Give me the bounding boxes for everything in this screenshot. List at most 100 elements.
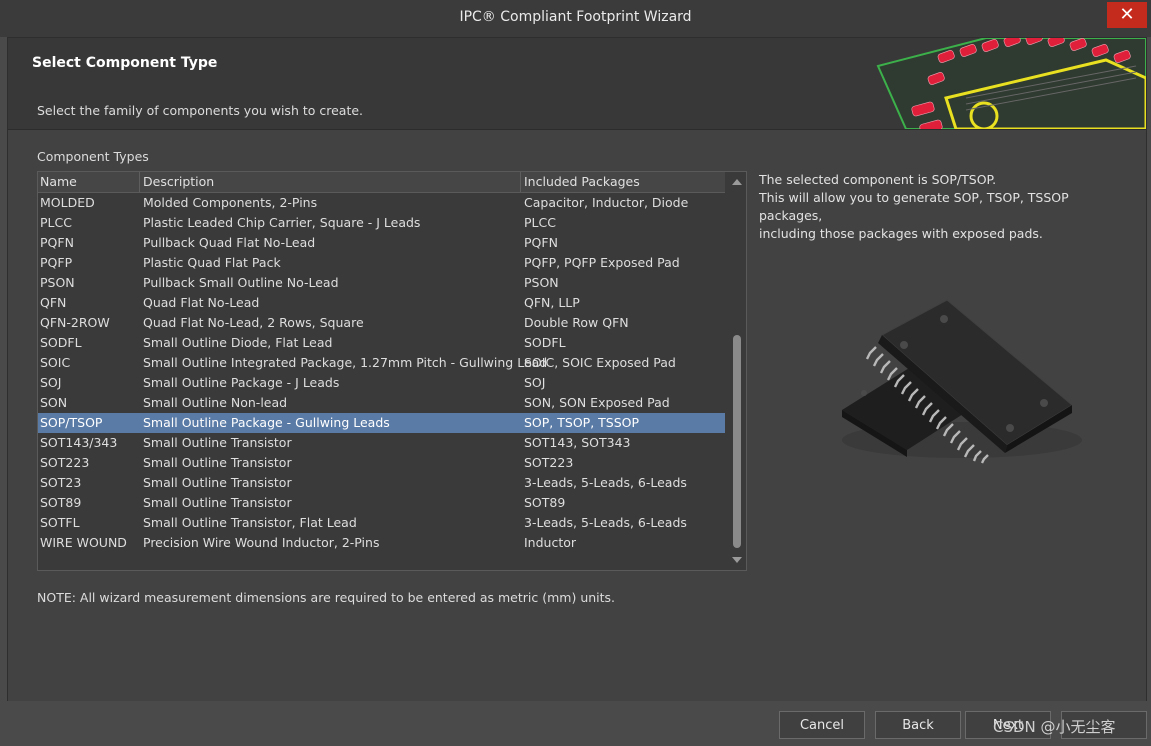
- table-row[interactable]: PQFN Pullback Quad Flat No-Lead PQFN: [38, 233, 725, 253]
- cell-packages: PQFN: [524, 235, 558, 250]
- table-row[interactable]: SOTFL Small Outline Transistor, Flat Lead…: [38, 513, 725, 533]
- watermark: CSDN @小无尘客: [993, 718, 1116, 736]
- back-button[interactable]: Back: [875, 711, 961, 739]
- cell-description: Small Outline Transistor: [143, 475, 292, 490]
- table-row[interactable]: PSON Pullback Small Outline No-Lead PSON: [38, 273, 725, 293]
- table-row[interactable]: SOT143/343 Small Outline Transistor SOT143…: [38, 433, 725, 453]
- cell-packages: SOT143, SOT343: [524, 435, 631, 450]
- cell-description: Small Outline Transistor: [143, 455, 292, 470]
- cell-packages: SOT89: [524, 495, 566, 510]
- cell-description: Small Outline Integrated Package, 1.27mm…: [143, 355, 548, 370]
- cell-description: Precision Wire Wound Inductor, 2-Pins: [143, 535, 380, 550]
- info-line: The selected component is SOP/TSOP.: [759, 172, 997, 187]
- cell-description: Quad Flat No-Lead: [143, 295, 260, 310]
- cell-name: QFN-2ROW: [40, 315, 110, 330]
- cell-packages: SODFL: [524, 335, 566, 350]
- cell-description: Small Outline Diode, Flat Lead: [143, 335, 333, 350]
- cell-description: Pullback Quad Flat No-Lead: [143, 235, 316, 250]
- cell-packages: 3-Leads, 5-Leads, 6-Leads: [524, 515, 687, 530]
- table-row[interactable]: SOT23 Small Outline Transistor 3-Leads, 5-…: [38, 473, 725, 493]
- cell-packages: SOT223: [524, 455, 574, 470]
- table-row[interactable]: SOT223 Small Outline Transistor SOT223: [38, 453, 725, 473]
- cancel-button[interactable]: Cancel: [779, 711, 865, 739]
- button-bar: Cancel Back Next: [0, 701, 1151, 746]
- cell-name: SOJ: [40, 375, 62, 390]
- metric-units-note: NOTE: All wizard measurement dimensions …: [37, 590, 616, 605]
- column-divider[interactable]: [520, 172, 521, 192]
- close-button[interactable]: ✕: [1107, 2, 1147, 28]
- cell-name: PSON: [40, 275, 75, 290]
- table-row[interactable]: WIRE WOUND Precision Wire Wound Inductor,…: [38, 533, 725, 553]
- cell-name: MOLDED: [40, 195, 95, 210]
- cell-packages: SON, SON Exposed Pad: [524, 395, 670, 410]
- cell-description: Small Outline Transistor: [143, 495, 292, 510]
- cell-description: Small Outline Transistor, Flat Lead: [143, 515, 357, 530]
- column-header-description[interactable]: Description: [143, 174, 214, 192]
- table-row[interactable]: PLCC Plastic Leaded Chip Carrier, Square …: [38, 213, 725, 233]
- table-row[interactable]: QFN-2ROW Quad Flat No-Lead, 2 Rows, Squar…: [38, 313, 725, 333]
- cell-packages: Double Row QFN: [524, 315, 629, 330]
- table-row[interactable]: SOP/TSOP Small Outline Package - Gullwing…: [38, 413, 725, 433]
- table-row[interactable]: SODFL Small Outline Diode, Flat Lead SODFL: [38, 333, 725, 353]
- cell-packages: Capacitor, Inductor, Diode: [524, 195, 689, 210]
- cell-packages: QFN, LLP: [524, 295, 580, 310]
- cell-description: Plastic Leaded Chip Carrier, Square - J …: [143, 215, 421, 230]
- info-line: including those packages with exposed pa…: [759, 226, 1043, 241]
- cell-packages: SOIC, SOIC Exposed Pad: [524, 355, 676, 370]
- cell-description: Small Outline Package - Gullwing Leads: [143, 415, 390, 430]
- column-divider[interactable]: [139, 172, 140, 192]
- table-row[interactable]: SOIC Small Outline Integrated Package, 1.…: [38, 353, 725, 373]
- table-scrollbar[interactable]: [728, 172, 746, 570]
- cell-name: WIRE WOUND: [40, 535, 127, 550]
- table-row[interactable]: QFN Quad Flat No-Lead QFN, LLP: [38, 293, 725, 313]
- cell-name: SOT143/343: [40, 435, 118, 450]
- info-line: This will allow you to generate SOP, TSO…: [759, 190, 1069, 223]
- table-row[interactable]: SOJ Small Outline Package - J Leads SOJ: [38, 373, 725, 393]
- scroll-down-arrow-icon[interactable]: [732, 557, 742, 563]
- instruction-text: Select the family of components you wish…: [37, 103, 364, 118]
- table-row[interactable]: SON Small Outline Non-lead SON, SON Expose…: [38, 393, 725, 413]
- cell-description: Plastic Quad Flat Pack: [143, 255, 281, 270]
- cell-description: Small Outline Transistor: [143, 435, 292, 450]
- cell-packages: SOP, TSOP, TSSOP: [524, 415, 640, 430]
- table-row[interactable]: PQFP Plastic Quad Flat Pack PQFP, PQFP Exp…: [38, 253, 725, 273]
- cell-packages: SOJ: [524, 375, 546, 390]
- page-title: Select Component Type: [32, 55, 218, 71]
- cell-description: Quad Flat No-Lead, 2 Rows, Square: [143, 315, 364, 330]
- cell-description: Small Outline Package - J Leads: [143, 375, 340, 390]
- table-row[interactable]: MOLDED Molded Components, 2-Pins Capacitor…: [38, 193, 725, 213]
- cell-packages: PSON: [524, 275, 559, 290]
- cell-name: SOT23: [40, 475, 82, 490]
- window-title: IPC® Compliant Footprint Wizard: [459, 9, 692, 25]
- table-header: Name Description Included Packages: [38, 172, 725, 193]
- component-types-label: Component Types: [37, 149, 149, 164]
- cell-packages: Inductor: [524, 535, 577, 550]
- cell-packages: PLCC: [524, 215, 556, 230]
- column-header-included-packages[interactable]: Included Packages: [524, 174, 640, 192]
- cell-name: SOTFL: [40, 515, 80, 530]
- scroll-up-arrow-icon[interactable]: [732, 179, 742, 185]
- cell-description: Pullback Small Outline No-Lead: [143, 275, 339, 290]
- table-row[interactable]: SOT89 Small Outline Transistor SOT89: [38, 493, 725, 513]
- pcb-footprint-illustration: [866, 38, 1146, 129]
- cell-description: Molded Components, 2-Pins: [143, 195, 318, 210]
- cell-description: Small Outline Non-lead: [143, 395, 288, 410]
- cell-name: SOP/TSOP: [40, 415, 103, 430]
- component-types-table[interactable]: Name Description Included Packages MOLDE…: [37, 171, 747, 571]
- cell-name: SOT223: [40, 455, 90, 470]
- cell-name: PQFN: [40, 235, 74, 250]
- cell-name: QFN: [40, 295, 67, 310]
- cell-packages: 3-Leads, 5-Leads, 6-Leads: [524, 475, 687, 490]
- cell-name: SOT89: [40, 495, 82, 510]
- cell-name: SOIC: [40, 355, 71, 370]
- sop-package-illustration: [842, 299, 1082, 464]
- cell-name: SON: [40, 395, 68, 410]
- selected-component-info: The selected component is SOP/TSOP. This…: [759, 171, 1129, 243]
- window-titlebar: IPC® Compliant Footprint Wizard ✕: [0, 0, 1151, 37]
- cell-name: PLCC: [40, 215, 72, 230]
- cell-packages: PQFP, PQFP Exposed Pad: [524, 255, 680, 270]
- cell-name: SODFL: [40, 335, 82, 350]
- scrollbar-thumb[interactable]: [733, 335, 741, 548]
- column-header-name[interactable]: Name: [40, 174, 77, 192]
- cell-name: PQFP: [40, 255, 73, 270]
